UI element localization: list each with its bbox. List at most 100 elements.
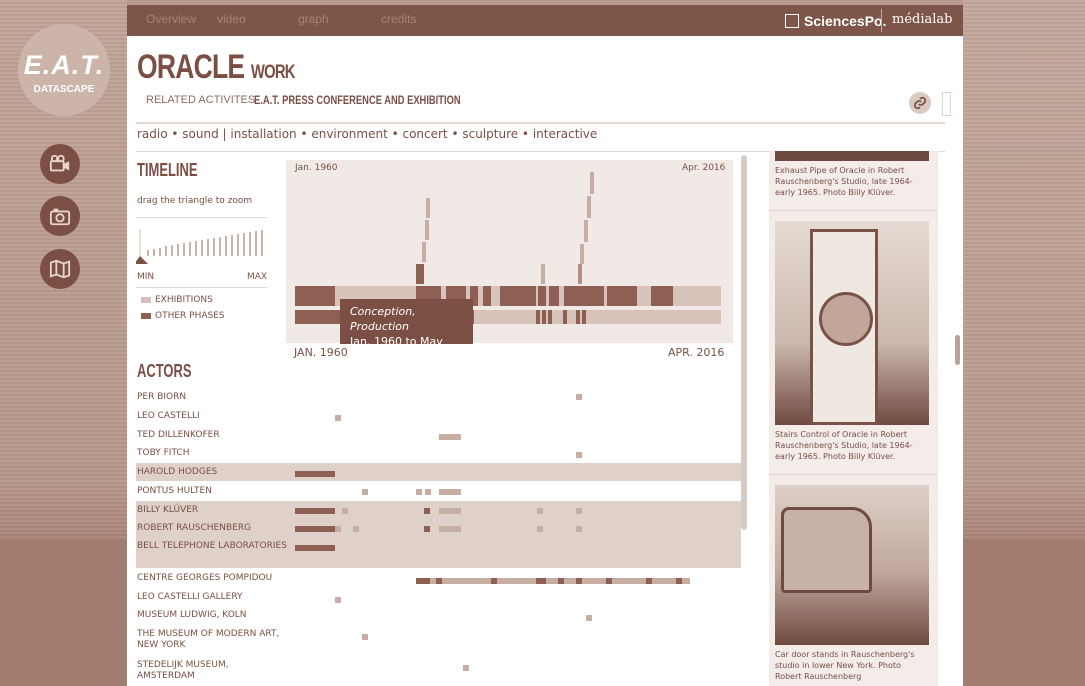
- actor-name: STEDELIJK MUSEUM, AMSTERDAM: [137, 660, 229, 681]
- related-activities-label: RELATED ACTIVITES: [146, 94, 256, 106]
- medialab-logo[interactable]: médialab: [892, 12, 952, 27]
- photo-object: [781, 507, 872, 593]
- actor-name: PER BIORN: [137, 392, 187, 402]
- zoom-slider[interactable]: [136, 224, 270, 264]
- timeline-spike: [584, 220, 588, 242]
- legend-swatch-exhibitions: [141, 297, 151, 303]
- title-text: ORACLE: [137, 48, 245, 86]
- actor-name: TED DILLENKOFER: [137, 430, 220, 440]
- divider: [769, 474, 938, 475]
- timeline-axis-end: APR. 2016: [668, 346, 725, 359]
- legend-exhibitions: EXHIBITIONS: [155, 295, 213, 305]
- nav-graph[interactable]: graph: [298, 12, 329, 26]
- divider: [136, 287, 267, 288]
- video-camera-icon: [49, 154, 70, 172]
- brand-separator: [881, 9, 882, 32]
- timeline-spike: [416, 264, 424, 284]
- tags: radio • sound | installation • environme…: [137, 127, 598, 141]
- actor-name: BILLY KLÜVER: [137, 505, 199, 515]
- exhibition-bar: [536, 310, 540, 324]
- timeline-tooltip: Conception, Production Jan. 1960 to May …: [340, 299, 473, 363]
- photo-object: [810, 229, 878, 425]
- exhibition-bar: [576, 310, 580, 324]
- sciencespo-emblem-icon: [785, 13, 799, 28]
- zoom-triangle-handle[interactable]: [136, 256, 148, 264]
- exhibition-bar: [542, 310, 546, 324]
- phase-bar: [651, 286, 673, 306]
- timeline-hint: drag the triangle to zoom: [137, 196, 253, 206]
- timeline-spike: [425, 220, 429, 240]
- actor-name: PONTUS HULTEN: [137, 486, 212, 496]
- tooltip-title: Conception, Production: [350, 305, 416, 333]
- actor-name: BELL TELEPHONE LABORATORIES: [137, 541, 287, 551]
- actor-name: MUSEUM LUDWIG, KOLN: [137, 610, 247, 620]
- photo-caption: Car door stands in Rauschenberg's studio…: [775, 650, 915, 681]
- timeline-spike: [541, 264, 545, 284]
- map-button[interactable]: [40, 249, 80, 289]
- timeline-title: TIMELINE: [137, 160, 198, 180]
- actor-name: HAROLD HODGES: [137, 467, 218, 477]
- logo-text: E.A.T.: [23, 50, 105, 80]
- photo-exhaust-pipe[interactable]: [775, 151, 929, 161]
- link-button[interactable]: [909, 92, 931, 114]
- exhibition-bar: [548, 310, 552, 324]
- photo-detail: [819, 292, 873, 346]
- media-column: Exhaust Pipe of Oracle in Robert Rausche…: [769, 151, 938, 686]
- background-floor-right: [963, 540, 1085, 686]
- phase-bar: [500, 286, 536, 306]
- sciencespo-logo[interactable]: SciencesPo.: [777, 7, 895, 34]
- actor-name: THE MUSEUM OF MODERN ART, NEW YORK: [137, 629, 280, 650]
- page-title: ORACLE WORK: [137, 48, 295, 87]
- phase-bar: [607, 286, 637, 306]
- background-floor-left: [0, 540, 127, 686]
- phase-bar: [564, 286, 604, 306]
- top-navigation-bar: Overview video graph credits SciencesPo.…: [127, 5, 963, 36]
- timeline-spike: [587, 196, 591, 218]
- actor-name: LEO CASTELLI: [137, 411, 200, 421]
- sciencespo-label: SciencesPo.: [804, 12, 887, 29]
- logo-subtext: DATASCAPE: [33, 84, 95, 95]
- photo-caption: Exhaust Pipe of Oracle in Robert Rausche…: [775, 166, 913, 197]
- main-panel: ORACLE WORK RELATED ACTIVITES E.A.T. PRE…: [127, 36, 963, 686]
- related-activity-link[interactable]: E.A.T. PRESS CONFERENCE AND EXHIBITION: [254, 93, 461, 107]
- photo-camera-icon: [49, 208, 71, 226]
- exhibition-bar: [563, 310, 567, 324]
- video-camera-button[interactable]: [40, 144, 80, 184]
- divider: [136, 122, 945, 124]
- eat-datascape-logo[interactable]: E.A.T. DATASCAPE: [18, 24, 110, 116]
- phase-bar: [538, 286, 546, 306]
- tooltip-range: Jan. 1960 to May 1965: [350, 335, 443, 363]
- timeline-spike: [422, 242, 426, 262]
- zoom-min-label: MIN: [137, 272, 155, 282]
- map-icon: [49, 259, 71, 279]
- actor-activity-marks: [295, 394, 690, 671]
- page-scrollbar[interactable]: [955, 335, 960, 365]
- link-icon: [913, 96, 927, 110]
- photo-car-door[interactable]: [775, 485, 929, 645]
- legend-swatch-other-phases: [141, 313, 151, 319]
- phase-bar: [549, 286, 559, 306]
- timeline-spike: [578, 264, 582, 284]
- photo-camera-button[interactable]: [40, 196, 80, 236]
- nav-overview[interactable]: Overview: [146, 12, 196, 26]
- actor-name: ROBERT RAUSCHENBERG: [137, 523, 252, 533]
- timeline-spike: [590, 172, 594, 194]
- actor-name: TOBY FITCH: [137, 448, 190, 458]
- photo-stairs-control[interactable]: [775, 221, 929, 425]
- timeline-spike: [580, 244, 584, 264]
- list-scrollbar[interactable]: [741, 155, 747, 530]
- title-type: WORK: [250, 62, 296, 83]
- timeline-spike: [426, 198, 430, 218]
- divider: [769, 210, 938, 211]
- actor-name: CENTRE GEORGES POMPIDOU: [137, 573, 273, 583]
- nav-video[interactable]: video: [217, 12, 246, 26]
- exhibition-bar: [582, 310, 586, 324]
- phase-bar: [483, 286, 491, 306]
- actor-name: LEO CASTELLI GALLERY: [137, 592, 243, 602]
- actors-title: ACTORS: [137, 361, 192, 381]
- exhibition-bar: [295, 310, 345, 324]
- nav-credits[interactable]: credits: [381, 12, 416, 26]
- phase-bar: [295, 286, 335, 306]
- timeline-axis-start: JAN. 1960: [294, 346, 348, 359]
- divider: [136, 217, 267, 218]
